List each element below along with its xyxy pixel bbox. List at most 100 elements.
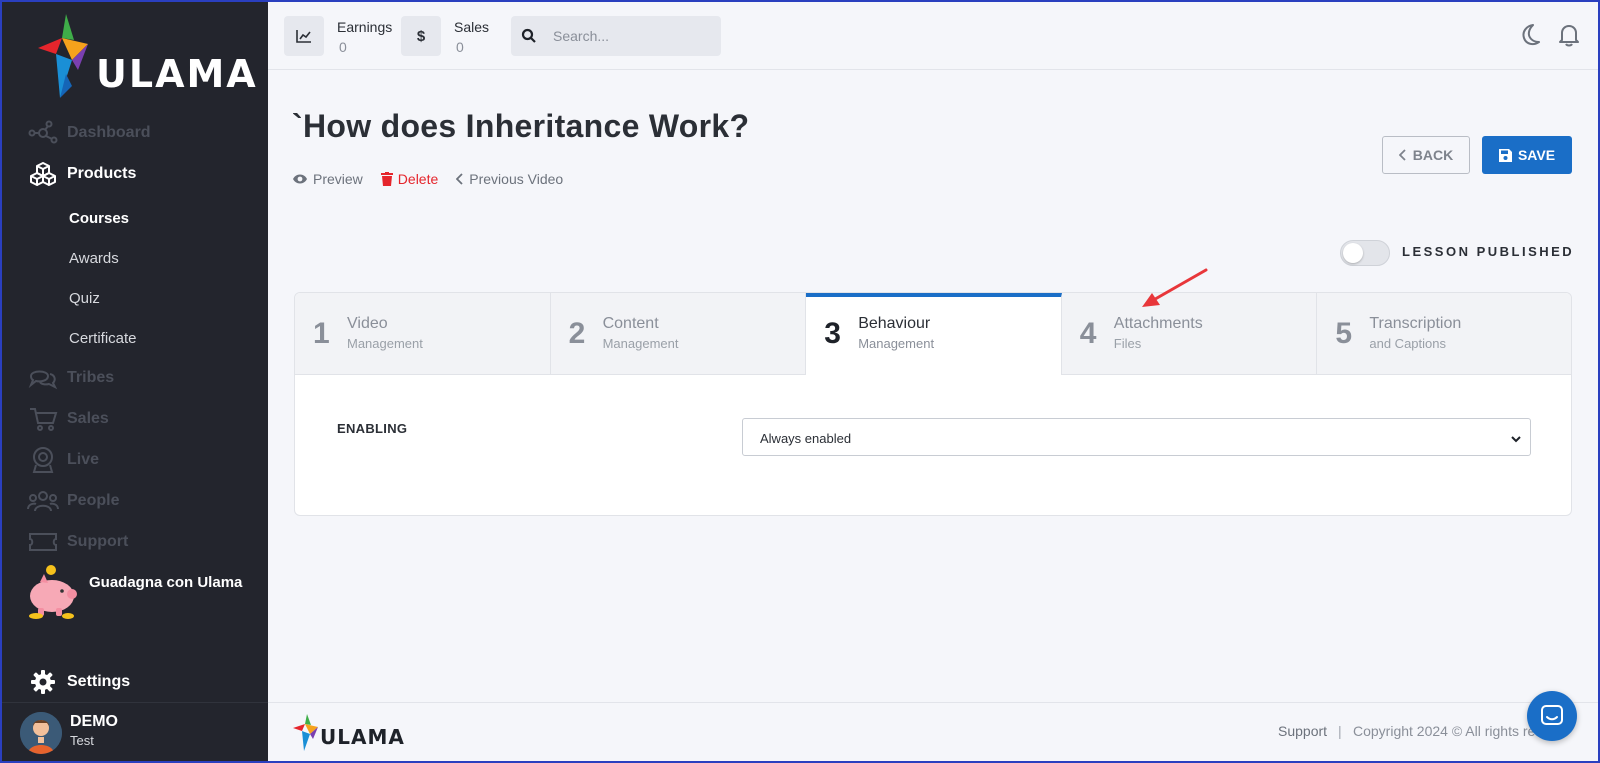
footer-separator: | <box>1338 723 1342 739</box>
preview-link[interactable]: Preview <box>292 171 363 187</box>
step-title: Content <box>602 315 659 332</box>
trend-chart-icon <box>284 16 324 56</box>
eye-icon <box>293 174 307 184</box>
step-title: Transcription <box>1369 315 1462 332</box>
nav-live[interactable]: Live <box>2 442 268 478</box>
piggy-bank-icon <box>24 564 82 625</box>
nav-label: Tribes <box>67 369 115 386</box>
delete-link[interactable]: Delete <box>380 171 439 187</box>
step-subtitle: and Captions <box>1369 336 1446 351</box>
chat-bubbles-icon <box>26 363 60 393</box>
dark-mode-moon-icon[interactable] <box>1516 22 1542 53</box>
dashboard-icon <box>26 118 60 148</box>
sidebar-divider <box>2 702 268 703</box>
tab-video-management[interactable]: 1 Video Management <box>295 293 551 375</box>
enabling-selected-value: Always enabled <box>760 431 852 446</box>
search-icon <box>521 28 537 49</box>
step-subtitle: Files <box>1113 336 1142 351</box>
nav-label: Dashboard <box>67 124 151 141</box>
sales-value: 0 <box>456 39 464 55</box>
nav-products[interactable]: Products <box>2 156 268 192</box>
delete-label: Delete <box>397 171 439 187</box>
footer-copyright: Copyright 2024 © All rights res <box>1353 723 1543 739</box>
step-number: 3 <box>824 317 841 350</box>
enabling-select[interactable]: Always enabled <box>742 418 1531 456</box>
step-subtitle: Management <box>858 336 935 351</box>
tab-transcription-captions[interactable]: 5 Transcription and Captions <box>1317 293 1571 375</box>
nav-tribes[interactable]: Tribes <box>2 360 268 396</box>
chat-launcher-button[interactable] <box>1527 691 1577 741</box>
nav-support[interactable]: Support <box>2 524 268 560</box>
notifications-bell-icon[interactable] <box>1556 22 1582 53</box>
promo-label: Guadagna con Ulama <box>89 574 243 591</box>
footer-support-link[interactable]: Support <box>1278 723 1327 739</box>
chevron-left-icon <box>1398 149 1406 161</box>
user-profile[interactable]: DEMO Test <box>2 704 268 761</box>
promo-earn-with-ulama[interactable]: Guadagna con Ulama <box>24 564 264 620</box>
step-number: 1 <box>313 317 330 350</box>
nav-sub-certificate[interactable]: Certificate <box>69 330 137 347</box>
back-label: BACK <box>1412 147 1454 163</box>
nav-settings[interactable]: Settings <box>2 664 268 700</box>
step-tabs: 1 Video Management 2 Content Management … <box>295 293 1571 375</box>
avatar <box>20 712 62 754</box>
page-title: `How does Inheritance Work? <box>292 108 750 144</box>
settings-label: Settings <box>67 673 131 690</box>
nav-sub-awards[interactable]: Awards <box>69 250 119 267</box>
lesson-published-label: LESSON PUBLISHED <box>1402 244 1575 259</box>
lesson-published-toggle[interactable] <box>1340 240 1390 266</box>
step-number: 2 <box>568 317 586 350</box>
step-subtitle: Management <box>602 336 679 351</box>
previous-video-link[interactable]: Previous Video <box>456 171 563 187</box>
brand-name: ULAMA <box>96 52 258 96</box>
nav-sub-quiz[interactable]: Quiz <box>69 290 100 307</box>
nav-label: Live <box>67 451 100 468</box>
annotation-arrow-icon <box>1142 268 1208 307</box>
search-input[interactable] <box>553 16 713 56</box>
sales-title: Sales <box>454 19 490 35</box>
footer: ULAMA Support | Copyright 2024 © All rig… <box>268 702 1598 761</box>
ticket-icon <box>26 527 60 557</box>
tab-content-management[interactable]: 2 Content Management <box>551 293 807 375</box>
footer-logo[interactable] <box>292 713 322 758</box>
lesson-editor-card: 1 Video Management 2 Content Management … <box>294 292 1572 516</box>
nav-label: People <box>67 492 120 509</box>
chevron-left-icon <box>456 173 463 185</box>
gear-icon <box>30 669 56 700</box>
step-number: 5 <box>1335 317 1353 350</box>
chevron-down-icon <box>1510 431 1522 449</box>
enabling-label: ENABLING <box>337 421 408 436</box>
people-icon <box>26 486 60 516</box>
footer-brand: ULAMA <box>320 725 405 749</box>
nav-sales[interactable]: Sales <box>2 401 268 437</box>
trash-icon <box>380 172 393 186</box>
dollar-icon: $ <box>401 16 441 56</box>
topbar: Earnings 0 $ Sales 0 <box>268 2 1598 70</box>
search-box[interactable] <box>511 16 721 56</box>
cart-icon <box>26 404 60 434</box>
nav-people[interactable]: People <box>2 483 268 519</box>
nav-dashboard[interactable]: Dashboard <box>2 115 268 151</box>
previous-video-label: Previous Video <box>469 171 564 187</box>
step-title: Video <box>347 315 388 332</box>
nav-sub-courses[interactable]: Courses <box>69 210 129 227</box>
nav-label: Sales <box>67 410 109 427</box>
webcam-icon <box>26 445 60 475</box>
back-button[interactable]: BACK <box>1382 136 1470 174</box>
step-title: Attachments <box>1113 315 1203 332</box>
step-subtitle: Management <box>347 336 423 351</box>
cubes-icon <box>26 159 60 189</box>
save-button[interactable]: SAVE <box>1482 136 1572 174</box>
user-name: DEMO <box>70 713 118 730</box>
toggle-knob <box>1343 243 1363 263</box>
earnings-title: Earnings <box>337 19 393 35</box>
floppy-disk-icon <box>1498 148 1512 162</box>
nav-label: Products <box>67 165 137 182</box>
tab-behaviour-management[interactable]: 3 Behaviour Management <box>806 293 1062 375</box>
save-label: SAVE <box>1517 147 1556 163</box>
nav-label: Support <box>67 533 129 550</box>
user-role: Test <box>70 733 94 748</box>
origami-bird-icon <box>293 714 318 751</box>
preview-label: Preview <box>313 171 363 187</box>
brand-logo[interactable]: ULAMA <box>36 12 256 104</box>
